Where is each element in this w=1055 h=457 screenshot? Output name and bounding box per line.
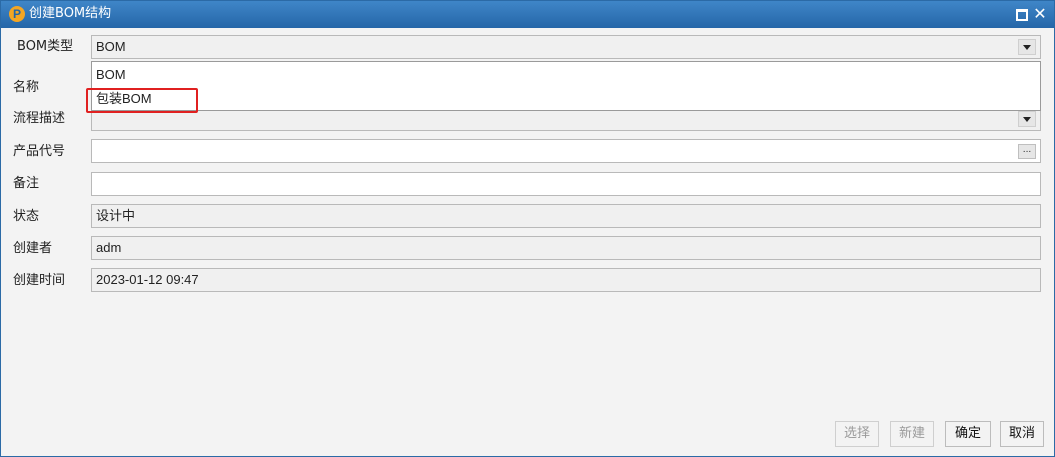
- bom-type-label: BOM类型: [17, 39, 74, 54]
- maximize-icon[interactable]: [1014, 7, 1028, 21]
- creator-label: 创建者: [13, 241, 53, 256]
- bom-type-value: BOM: [96, 39, 126, 54]
- dropdown-option-packaging-bom[interactable]: 包装BOM: [96, 90, 152, 108]
- bom-type-select[interactable]: BOM: [91, 35, 1041, 59]
- created-time-value: 2023-01-12 09:47: [96, 272, 199, 287]
- dropdown-option-bom[interactable]: BOM: [96, 66, 126, 84]
- maximize-box: [1016, 9, 1028, 21]
- process-desc-label: 流程描述: [13, 111, 66, 126]
- select-button[interactable]: 选择: [835, 421, 879, 447]
- status-label: 状态: [13, 209, 40, 224]
- cancel-button[interactable]: 取消: [1000, 421, 1044, 447]
- app-logo-icon: P: [9, 6, 25, 22]
- bom-type-dropdown-list: BOM 包装BOM: [91, 61, 1041, 111]
- new-button[interactable]: 新建: [890, 421, 934, 447]
- product-code-label: 产品代号: [13, 144, 66, 159]
- creator-field: adm: [91, 236, 1041, 260]
- remark-input[interactable]: [91, 172, 1041, 196]
- creator-value: adm: [96, 240, 122, 255]
- title-bar[interactable]: P 创建BOM结构 ✕: [1, 1, 1054, 28]
- created-time-label: 创建时间: [13, 273, 66, 288]
- chevron-down-icon[interactable]: [1018, 111, 1036, 127]
- status-field: 设计中: [91, 204, 1041, 228]
- remark-label: 备注: [13, 176, 40, 191]
- name-label: 名称: [13, 80, 40, 95]
- dialog-title: 创建BOM结构: [29, 6, 112, 21]
- close-icon[interactable]: ✕: [1033, 6, 1047, 22]
- created-time-field: 2023-01-12 09:47: [91, 268, 1041, 292]
- ok-button[interactable]: 确定: [945, 421, 991, 447]
- status-value: 设计中: [96, 208, 136, 223]
- product-code-browse-button[interactable]: ...: [1018, 144, 1036, 159]
- create-bom-dialog: P 创建BOM结构 ✕ BOM类型 BOM 名称 流程描述 BOM 包装BOM …: [0, 0, 1055, 457]
- chevron-down-icon[interactable]: [1018, 39, 1036, 55]
- product-code-input[interactable]: ...: [91, 139, 1041, 163]
